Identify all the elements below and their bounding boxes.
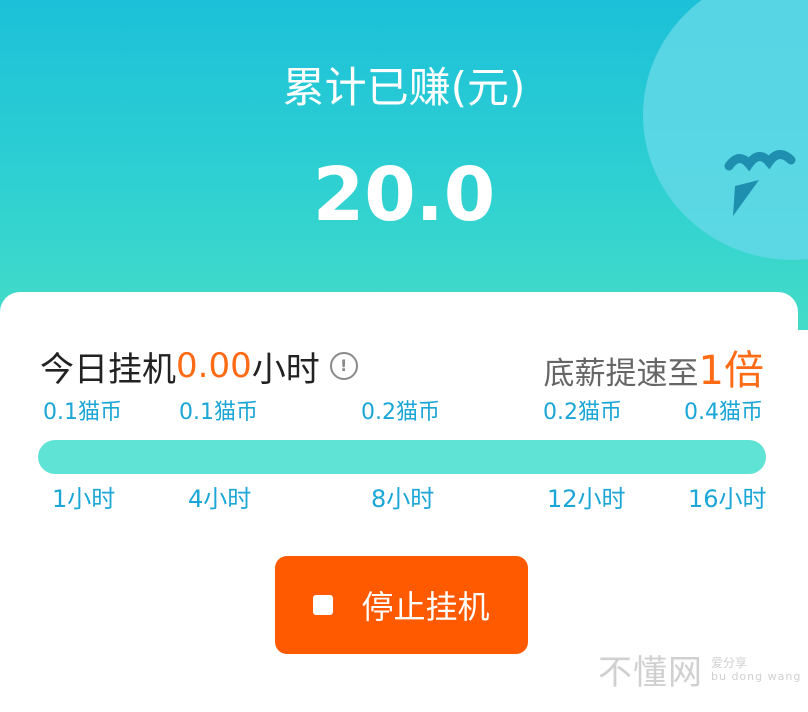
milestone-coin: 0.1猫币: [179, 400, 258, 425]
total-earned-label: 累计已赚(元): [282, 63, 526, 112]
stop-icon: [313, 595, 334, 615]
watermark-pinyin: bu dong wang: [711, 669, 802, 683]
milestone-hour: 1小时: [52, 485, 116, 513]
milestone-hour: 16小时: [688, 485, 767, 513]
milestone-coin: 0.4猫币: [684, 400, 763, 425]
milestone-coin: 0.1猫币: [43, 400, 122, 425]
milestone-hour: 8小时: [371, 485, 435, 513]
total-earned-value: 20.0: [312, 152, 496, 238]
info-icon[interactable]: !: [329, 352, 358, 380]
hangup-progress-bar: [38, 440, 766, 474]
earnings-header: 累计已赚(元) 20.0: [0, 0, 808, 330]
watermark-tagline: 爱分享: [711, 655, 748, 670]
watermark-logo-text: 不懂网: [598, 653, 703, 693]
speedup-multiplier: 1倍: [698, 348, 764, 394]
milestone-coin: 0.2猫币: [543, 400, 622, 425]
today-hangup-hours: 0.00: [176, 346, 252, 386]
stop-hangup-button[interactable]: 停止挂机: [275, 556, 528, 654]
today-hangup-label: 今日挂机: [40, 349, 176, 390]
milestone-coin: 0.2猫币: [361, 400, 440, 425]
milestone-hour: 4小时: [188, 485, 252, 513]
today-hangup-unit: 小时: [251, 349, 320, 390]
watermark: 不懂网 爱分享 bu dong wang: [598, 645, 801, 694]
today-hangup-row: 今日挂机 0.00 小时 !: [40, 340, 358, 392]
stop-hangup-label: 停止挂机: [361, 588, 490, 626]
base-pay-speedup: 底薪提速至 1倍: [544, 338, 764, 394]
speedup-label: 底薪提速至: [543, 356, 699, 392]
watermark-side: 爱分享 bu dong wang: [711, 656, 801, 684]
milestone-hour: 12小时: [547, 485, 626, 513]
